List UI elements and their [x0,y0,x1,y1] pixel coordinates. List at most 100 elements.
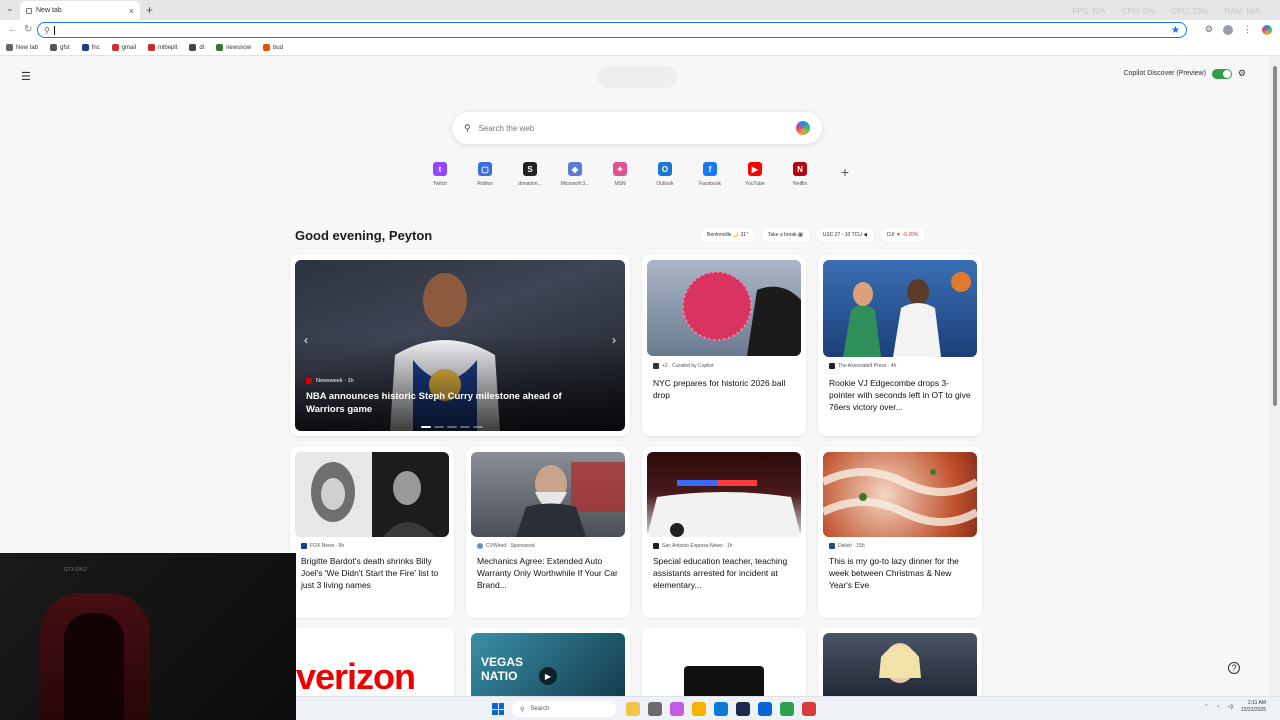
shortcut-tile[interactable]: ✦ MSN [601,162,639,187]
shortcut-tiles: t Twitch ▢ Roblox Sdonation... ◆ Microsoft 3..… [421,162,864,187]
bookmark-label: newsnow [226,44,252,51]
shortcut-tile[interactable]: f Facebook [691,162,729,187]
taskbar-app-icon[interactable] [692,702,706,716]
tray-chevron-icon[interactable]: ⌃ [1204,704,1208,710]
news-card-title: NYC prepares for historic 2026 ball drop [653,378,786,400]
taskbar-app-icon[interactable] [780,702,794,716]
profile-icon[interactable] [1223,24,1233,35]
taskbar-app-icon[interactable] [758,702,772,716]
take-a-break-label: Take a break [768,232,797,238]
bookmark-label: fnc [91,44,100,51]
bookmark-label: mlbeplt [158,44,178,51]
news-card-image [295,452,449,537]
refresh-icon[interactable]: ↻ [24,24,32,35]
bookmark-item[interactable]: gmail [111,44,136,51]
market-chip[interactable]: DJI ▼ -0.20% [880,228,926,242]
bookmark-item[interactable]: bud [263,44,283,51]
hamburger-menu-icon[interactable]: ☰ [21,70,31,83]
shortcut-icon: N [793,162,807,176]
network-icon[interactable]: ◔ [1216,704,1219,710]
taskbar-app-icon[interactable] [648,702,662,716]
shortcut-tile[interactable]: O Outlook [646,162,684,187]
play-icon[interactable]: ▶ [539,667,557,685]
bookmark-item[interactable]: mlbeplt [148,44,177,51]
web-search-box[interactable]: ⚲ Search the web [452,112,822,144]
news-card-source-text: +2 · Curated by Copilot [662,363,714,369]
shortcut-tile[interactable]: Sdonation... [511,162,549,187]
taskbar-search[interactable]: ⚲ Search [512,701,616,717]
taskbar-app-icon[interactable] [802,702,816,716]
shortcut-label: donation... [518,181,542,187]
search-placeholder: Search the web [478,123,535,133]
shortcut-label: Facebook [699,181,721,187]
windows-start-icon[interactable] [492,703,504,715]
copilot-discover-toggle[interactable] [1211,68,1232,79]
shortcut-icon: f [703,162,717,176]
menu-icon[interactable]: ⋮ [1243,24,1252,35]
bookmark-item[interactable]: gfst [50,44,70,51]
weather-chip[interactable]: Bentonville 🌙 31° [700,228,756,242]
new-tab-button[interactable]: + [146,3,153,17]
news-card[interactable]: Delish · 15h This is my go-to lazy dinne… [818,447,982,618]
taskbar-app-icon[interactable] [736,702,750,716]
add-icon: + [840,164,850,180]
faint-pill [597,66,677,88]
news-card[interactable]: The Associated Press · 4h Rookie VJ Edge… [818,255,982,436]
bookmark-item[interactable]: newsnow [216,44,251,51]
news-card[interactable]: San Antonio Express-News · 1h Special ed… [642,447,806,618]
news-card-source-text: FOX News · 6h [310,543,345,549]
gaming-chair-back [64,613,124,720]
search-icon: ⚲ [520,706,525,713]
hero-prev-icon[interactable]: ‹ [304,333,308,347]
taskbar-date: 12/31/2025 [1240,707,1266,713]
shortcut-tile[interactable]: t Twitch [421,162,459,187]
news-card[interactable]: +2 · Curated by Copilot NYC prepares for… [642,255,806,436]
taskbar-app-icon[interactable] [670,702,684,716]
omnibox-input[interactable]: ⚲ ★ [37,22,1187,38]
page-scrollbar[interactable] [1270,56,1280,696]
settings-gear-icon[interactable]: ⚙ [1238,68,1246,79]
add-shortcut-button[interactable]: + [826,162,864,187]
copilot-button-icon[interactable] [1262,24,1272,35]
news-card-image [823,260,977,357]
market-change: ▼ -0.20% [896,232,919,238]
news-card[interactable]: FOX News · 6h Brigitte Bardot's death sh… [290,447,454,618]
bookmark-item[interactable]: dl [189,44,204,51]
take-a-break-chip[interactable]: Take a break ▦ [761,228,810,242]
news-card[interactable]: CVWired · Sponsored Mechanics Agree: Ext… [466,447,630,618]
tab-title: New tab [36,7,62,14]
hero-news-card[interactable]: ‹ › Newsweek · 1h NBA announces historic… [290,255,630,436]
hero-next-icon[interactable]: › [612,333,616,347]
taskbar-app-icon[interactable] [714,702,728,716]
bookmarks-bar: New tab gfst fnc gmail mlbeplt dl newsnow bud [0,40,1280,56]
shortcut-tile[interactable]: N Netflix [781,162,819,187]
score-chip[interactable]: USC 27 - 10 TCU ◀ [815,228,875,242]
bookmark-item[interactable]: New tab [6,44,38,51]
shortcut-tile[interactable]: ◆ Microsoft 3... [556,162,594,187]
ad-card[interactable]: verizon [290,628,454,696]
copilot-icon[interactable] [796,121,810,135]
video-card[interactable]: VEGAS NATIO ▶ [466,628,630,696]
shortcut-label: Netflix [793,181,807,187]
tab-close-icon[interactable]: × [129,6,134,16]
volume-icon[interactable]: ◁) [1227,704,1233,710]
source-logo-icon [653,363,659,369]
extensions-icon[interactable]: ⚙ [1205,24,1213,35]
shortcut-tile[interactable]: ▶ YouTube [736,162,774,187]
tab-search-icon[interactable]: ⌄ [6,3,14,14]
bookmark-favicon-icon [263,44,271,51]
help-icon[interactable]: ? [1228,662,1240,674]
scrollbar-thumb[interactable] [1273,66,1277,406]
source-logo-icon [653,543,659,549]
back-icon[interactable]: ← [8,24,18,35]
tab-new-tab[interactable]: New tab × [20,1,140,20]
bookmark-item[interactable]: fnc [81,44,100,51]
product-card[interactable] [642,628,806,696]
taskbar-clock[interactable]: 2:11 AM 12/31/2025 [1241,700,1266,714]
shortcut-tile[interactable]: ▢ Roblox [466,162,504,187]
bookmark-star-icon[interactable]: ★ [1171,25,1180,36]
hero-title: NBA announces historic Steph Curry miles… [306,391,562,415]
bookmark-favicon-icon [50,44,58,51]
taskbar-app-icon[interactable] [626,702,640,716]
news-card[interactable] [818,628,982,696]
